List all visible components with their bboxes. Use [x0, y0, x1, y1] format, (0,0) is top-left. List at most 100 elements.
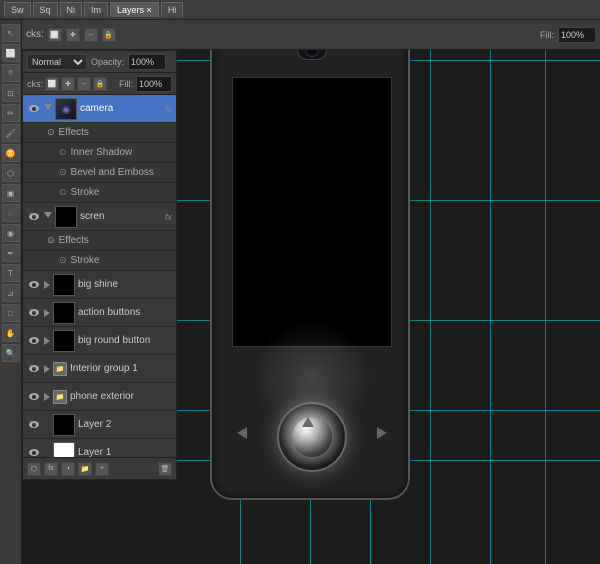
layer-stroke-scren[interactable]: ⊙ Stroke	[23, 251, 176, 271]
tool-move[interactable]: ↖	[2, 24, 20, 42]
tool-hand[interactable]: ✋	[2, 324, 20, 342]
layer-phone-exterior[interactable]: 📁 phone exterior	[23, 383, 176, 411]
lock-icon-1[interactable]: ⬜	[48, 28, 62, 42]
layer-eye-round[interactable]	[27, 334, 41, 348]
layer-big-round[interactable]: big round button	[23, 327, 176, 355]
thumb-big-shine	[53, 274, 75, 296]
expand-action[interactable]	[44, 309, 50, 317]
layer-eye-interior[interactable]	[27, 362, 41, 376]
tab-im[interactable]: Im	[84, 2, 108, 17]
layer-stroke-camera[interactable]: ⊙ Stroke	[23, 183, 176, 203]
tool-lasso[interactable]: ⌾	[2, 64, 20, 82]
eye-icon-scren	[29, 213, 39, 220]
group-icon-exterior: 📁	[53, 390, 67, 404]
tool-shape[interactable]: □	[2, 304, 20, 322]
bevel-label: Bevel and Emboss	[71, 167, 154, 178]
fill-label-inner: Fill:	[119, 79, 133, 89]
panel-bottom: ⬡ fx ◑ 📁 + 🗑	[23, 457, 176, 479]
tool-path[interactable]: ⊿	[2, 284, 20, 302]
layer-2[interactable]: Layer 2	[23, 411, 176, 439]
group-icon-interior: 📁	[53, 362, 67, 376]
tool-crop[interactable]: ⊡	[2, 84, 20, 102]
fill-input-inner[interactable]	[136, 76, 172, 92]
tab-sw[interactable]: Sw	[4, 2, 31, 17]
eye-icon-round	[29, 337, 39, 344]
phone-screen	[232, 77, 392, 347]
tool-dodge[interactable]: ◉	[2, 224, 20, 242]
expand-scren[interactable]	[44, 212, 52, 222]
layer-1[interactable]: Layer 1	[23, 439, 176, 457]
lock-pixels[interactable]: ✚	[61, 77, 75, 91]
tab-hi[interactable]: Hi	[161, 2, 184, 17]
expand-camera[interactable]	[44, 104, 52, 114]
layer-interior-group[interactable]: 📁 Interior group 1	[23, 355, 176, 383]
eye-icon-2	[29, 421, 39, 428]
tool-select[interactable]: ⬜	[2, 44, 20, 62]
eye-icon-exterior	[29, 393, 39, 400]
tool-brush[interactable]: 🖌	[2, 124, 20, 142]
tab-layers[interactable]: Layers ×	[110, 2, 159, 17]
tab-ni[interactable]: Ni	[60, 2, 83, 17]
layer-eye-1[interactable]	[27, 446, 41, 458]
tool-blur[interactable]: ◌	[2, 204, 20, 222]
opacity-input[interactable]	[128, 54, 166, 70]
lock-icon-3[interactable]: ↔	[84, 28, 98, 42]
add-style-btn[interactable]: fx	[44, 462, 58, 476]
layer-big-shine[interactable]: big shine	[23, 271, 176, 299]
phone-mockup	[200, 20, 420, 520]
tool-eyedropper[interactable]: ✏	[2, 104, 20, 122]
tool-gradient[interactable]: ▣	[2, 184, 20, 202]
thumb-round	[53, 330, 75, 352]
layer-eye-scren[interactable]	[27, 210, 41, 224]
phone-body	[210, 20, 410, 500]
layer-bevel-emboss[interactable]: ⊙ Bevel and Emboss	[23, 163, 176, 183]
expand-exterior[interactable]	[44, 393, 50, 401]
layer-effects-camera: ⊙ Effects	[23, 123, 176, 143]
effect-dot-bevel: ⊙	[59, 167, 67, 178]
eye-icon-camera	[29, 105, 39, 112]
layer-camera[interactable]: camera fx	[23, 95, 176, 123]
tool-clone[interactable]: ♊	[2, 144, 20, 162]
lock-icon-2[interactable]: ✚	[66, 28, 80, 42]
fill-row: Fill:	[119, 76, 172, 92]
delete-layer-btn[interactable]: 🗑	[158, 462, 172, 476]
layer-scren[interactable]: scren fx	[23, 203, 176, 231]
effect-dot-inner-shadow: ⊙	[59, 147, 67, 158]
blend-mode-select[interactable]: Normal Multiply Screen	[27, 54, 87, 70]
lock-position[interactable]: ↔	[77, 77, 91, 91]
tool-eraser[interactable]: ⬡	[2, 164, 20, 182]
layer-action-buttons[interactable]: action buttons	[23, 299, 176, 327]
lock-icon-4[interactable]: 🔒	[102, 28, 116, 42]
tool-zoom[interactable]: 🔍	[2, 344, 20, 362]
effects-circle-icon: ⊙	[47, 127, 55, 138]
layer-eye-action[interactable]	[27, 306, 41, 320]
fill-input[interactable]	[558, 27, 596, 43]
guide-v-6	[545, 0, 546, 564]
layer-name-round: big round button	[78, 335, 172, 346]
layer-name-camera: camera	[80, 103, 162, 114]
lock-transparent[interactable]: ⬜	[45, 77, 59, 91]
expand-big-shine[interactable]	[44, 281, 50, 289]
layer-eye-exterior[interactable]	[27, 390, 41, 404]
tool-text[interactable]: T	[2, 264, 20, 282]
layer-eye-big-shine[interactable]	[27, 278, 41, 292]
expand-interior[interactable]	[44, 365, 50, 373]
lock-all[interactable]: 🔒	[93, 77, 107, 91]
tool-pen[interactable]: ✒	[2, 244, 20, 262]
toolbar-left: ↖ ⬜ ⌾ ⊡ ✏ 🖌 ♊ ⬡ ▣ ◌ ◉ ✒ T ⊿ □ ✋ 🔍	[0, 20, 22, 564]
layer-eye-camera[interactable]	[27, 102, 41, 116]
new-layer-btn[interactable]: +	[95, 462, 109, 476]
tab-sq[interactable]: Sq	[33, 2, 58, 17]
effects-circle-scren: ⊙	[47, 235, 55, 246]
layer-name-2: Layer 2	[78, 419, 172, 430]
layer-eye-2[interactable]	[27, 418, 41, 432]
layers-list[interactable]: camera fx ⊙ Effects ⊙ Inner Shadow ⊙ Bev…	[23, 95, 176, 457]
options-bar: cks: ⬜ ✚ ↔ 🔒 Fill:	[22, 20, 600, 50]
arrow-up-icon	[302, 417, 314, 427]
link-layers-btn[interactable]: ⬡	[27, 462, 41, 476]
expand-round[interactable]	[44, 337, 50, 345]
new-group-btn[interactable]: 📁	[78, 462, 92, 476]
opacity-label: Opacity:	[91, 57, 124, 67]
add-mask-btn[interactable]: ◑	[61, 462, 75, 476]
layer-inner-shadow[interactable]: ⊙ Inner Shadow	[23, 143, 176, 163]
